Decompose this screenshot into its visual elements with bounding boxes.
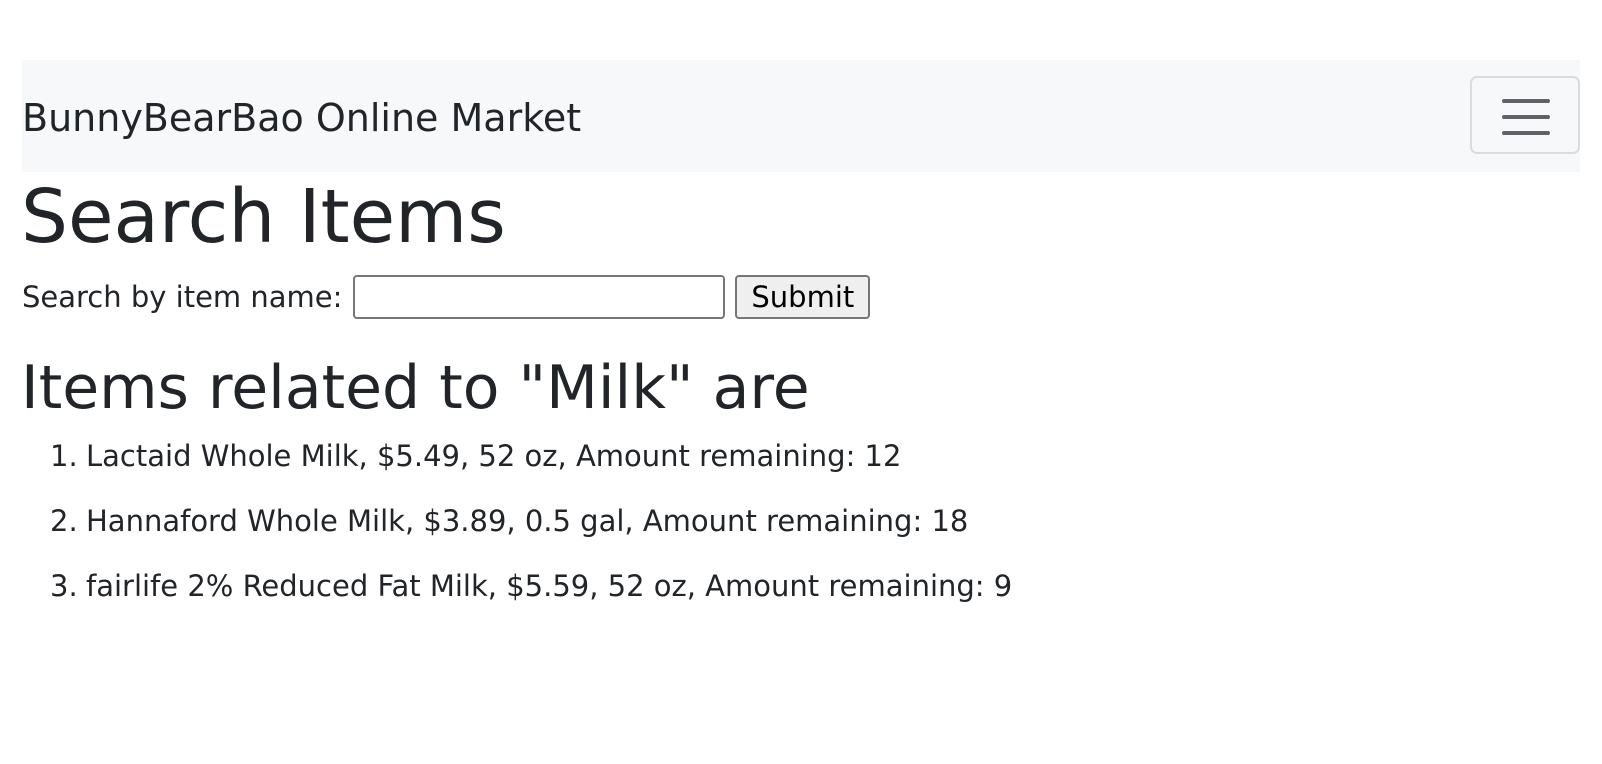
list-item-number: 3. [50,569,78,603]
search-label: Search by item name: [22,280,343,314]
list-item-number: 1. [50,439,78,473]
search-form: Search by item name: Submit [22,274,871,320]
page-title: Search Items [21,174,506,260]
hamburger-menu-icon [1502,99,1550,135]
search-input[interactable] [353,275,726,319]
submit-button[interactable]: Submit [735,275,871,319]
navbar-toggler-button[interactable] [1470,76,1580,154]
navbar: BunnyBearBao Online Market [22,60,1580,172]
list-item-text: fairlife 2% Reduced Fat Milk, $5.59, 52 … [86,569,1013,603]
brand-link[interactable]: BunnyBearBao Online Market [22,94,581,142]
list-item-text: Lactaid Whole Milk, $5.49, 52 oz, Amount… [86,439,902,473]
results-heading: Items related to "Milk" are [21,353,810,423]
page: BunnyBearBao Online Market Search Items … [0,0,1602,764]
list-item-number: 2. [50,504,78,538]
list-item-text: Hannaford Whole Milk, $3.89, 0.5 gal, Am… [86,504,969,538]
